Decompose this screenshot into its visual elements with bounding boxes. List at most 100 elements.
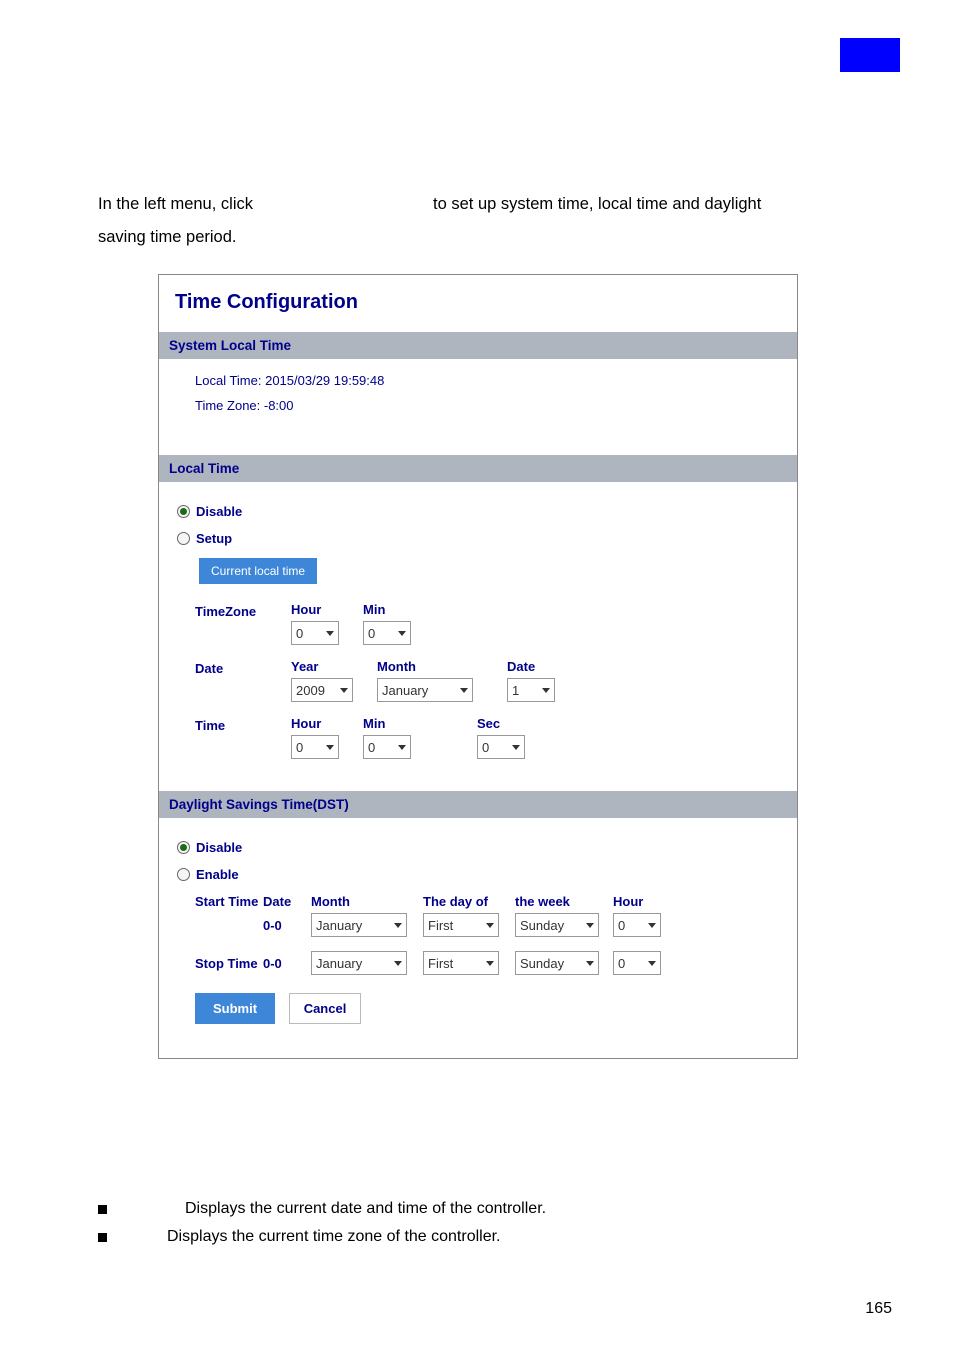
dst-enable-radio[interactable]: Enable	[177, 867, 779, 882]
stop-month-select[interactable]: January	[311, 951, 407, 975]
time-row-label: Time	[177, 716, 291, 733]
radio-icon	[177, 505, 190, 518]
start-hour-select[interactable]: 0	[613, 913, 661, 937]
chevron-down-icon	[460, 688, 468, 693]
tz-hour-select[interactable]: 0	[291, 621, 339, 645]
system-local-time-header: System Local Time	[159, 332, 797, 359]
time-config-panel: Time Configuration System Local Time Loc…	[158, 274, 798, 1059]
month-value: January	[382, 683, 428, 698]
dayof-header: The day of	[423, 894, 515, 909]
hour-label: Hour	[291, 716, 339, 731]
month-header: Month	[311, 894, 423, 909]
start-month-select[interactable]: January	[311, 913, 407, 937]
year-select[interactable]: 2009	[291, 678, 353, 702]
chevron-down-icon	[326, 631, 334, 636]
day-select[interactable]: 1	[507, 678, 555, 702]
bullet-list: Displays the current date and time of th…	[98, 1200, 894, 1256]
year-value: 2009	[296, 683, 325, 698]
tz-hour-value: 0	[296, 626, 303, 641]
stop-date: 0-0	[263, 956, 311, 971]
local-time-setup-radio[interactable]: Setup	[177, 531, 779, 546]
date-col-label: Date	[507, 659, 555, 674]
panel-title: Time Configuration	[159, 275, 797, 332]
time-sec-select[interactable]: 0	[477, 735, 525, 759]
chevron-down-icon	[586, 923, 594, 928]
chevron-down-icon	[648, 961, 656, 966]
bullet-1: Displays the current date and time of th…	[185, 1200, 546, 1218]
date-row-label: Date	[177, 659, 291, 676]
week-header: the week	[515, 894, 613, 909]
header-blue-box	[840, 38, 900, 72]
setup-label: Setup	[196, 531, 232, 546]
time-hour-select[interactable]: 0	[291, 735, 339, 759]
chevron-down-icon	[486, 923, 494, 928]
local-time-header: Local Time	[159, 455, 797, 482]
min-label: Min	[363, 602, 411, 617]
dst-header: Daylight Savings Time(DST)	[159, 791, 797, 818]
stop-week-select[interactable]: Sunday	[515, 951, 599, 975]
chevron-down-icon	[648, 923, 656, 928]
stop-hour-select[interactable]: 0	[613, 951, 661, 975]
chevron-down-icon	[486, 961, 494, 966]
date-header: Date	[263, 894, 311, 909]
month-select[interactable]: January	[377, 678, 473, 702]
bullet-icon	[98, 1205, 107, 1214]
intro-text: In the left menu, click to set up system…	[98, 188, 894, 254]
intro-line2: saving time period.	[98, 221, 894, 254]
local-time-disable-radio[interactable]: Disable	[177, 504, 779, 519]
hour-header: Hour	[613, 894, 643, 909]
tz-min-value: 0	[368, 626, 375, 641]
chevron-down-icon	[542, 688, 550, 693]
page-number: 165	[865, 1300, 892, 1318]
start-hour-value: 0	[618, 918, 625, 933]
tz-min-select[interactable]: 0	[363, 621, 411, 645]
start-week-value: Sunday	[520, 918, 564, 933]
hour-label: Hour	[291, 602, 339, 617]
bullet-2: Displays the current time zone of the co…	[167, 1228, 501, 1246]
start-dayof-select[interactable]: First	[423, 913, 499, 937]
stop-dayof-select[interactable]: First	[423, 951, 499, 975]
radio-icon	[177, 532, 190, 545]
time-min-value: 0	[368, 740, 375, 755]
stop-hour-value: 0	[618, 956, 625, 971]
dst-disable-label: Disable	[196, 840, 242, 855]
radio-icon	[177, 868, 190, 881]
sec-label: Sec	[477, 716, 525, 731]
min-label: Min	[363, 716, 411, 731]
chevron-down-icon	[340, 688, 348, 693]
start-week-select[interactable]: Sunday	[515, 913, 599, 937]
start-month-value: January	[316, 918, 362, 933]
dst-enable-label: Enable	[196, 867, 239, 882]
chevron-down-icon	[512, 745, 520, 750]
radio-icon	[177, 841, 190, 854]
submit-button[interactable]: Submit	[195, 993, 275, 1024]
intro-left: In the left menu, click	[98, 188, 253, 221]
stop-month-value: January	[316, 956, 362, 971]
chevron-down-icon	[398, 745, 406, 750]
disable-label: Disable	[196, 504, 242, 519]
start-time-label: Start Time	[177, 894, 263, 909]
month-label: Month	[377, 659, 473, 674]
time-hour-value: 0	[296, 740, 303, 755]
timezone-row-label: TimeZone	[177, 602, 291, 619]
intro-right: to set up system time, local time and da…	[433, 188, 761, 221]
start-dayof-value: First	[428, 918, 453, 933]
time-sec-value: 0	[482, 740, 489, 755]
chevron-down-icon	[586, 961, 594, 966]
chevron-down-icon	[326, 745, 334, 750]
timezone-value: Time Zone: -8:00	[177, 398, 779, 413]
dst-disable-radio[interactable]: Disable	[177, 840, 779, 855]
stop-dayof-value: First	[428, 956, 453, 971]
year-label: Year	[291, 659, 353, 674]
start-date: 0-0	[263, 918, 311, 933]
current-local-time-button[interactable]: Current local time	[199, 558, 317, 584]
stop-week-value: Sunday	[520, 956, 564, 971]
cancel-button[interactable]: Cancel	[289, 993, 362, 1024]
chevron-down-icon	[394, 923, 402, 928]
day-value: 1	[512, 683, 519, 698]
time-min-select[interactable]: 0	[363, 735, 411, 759]
chevron-down-icon	[398, 631, 406, 636]
stop-time-label: Stop Time	[177, 956, 263, 971]
bullet-icon	[98, 1233, 107, 1242]
chevron-down-icon	[394, 961, 402, 966]
